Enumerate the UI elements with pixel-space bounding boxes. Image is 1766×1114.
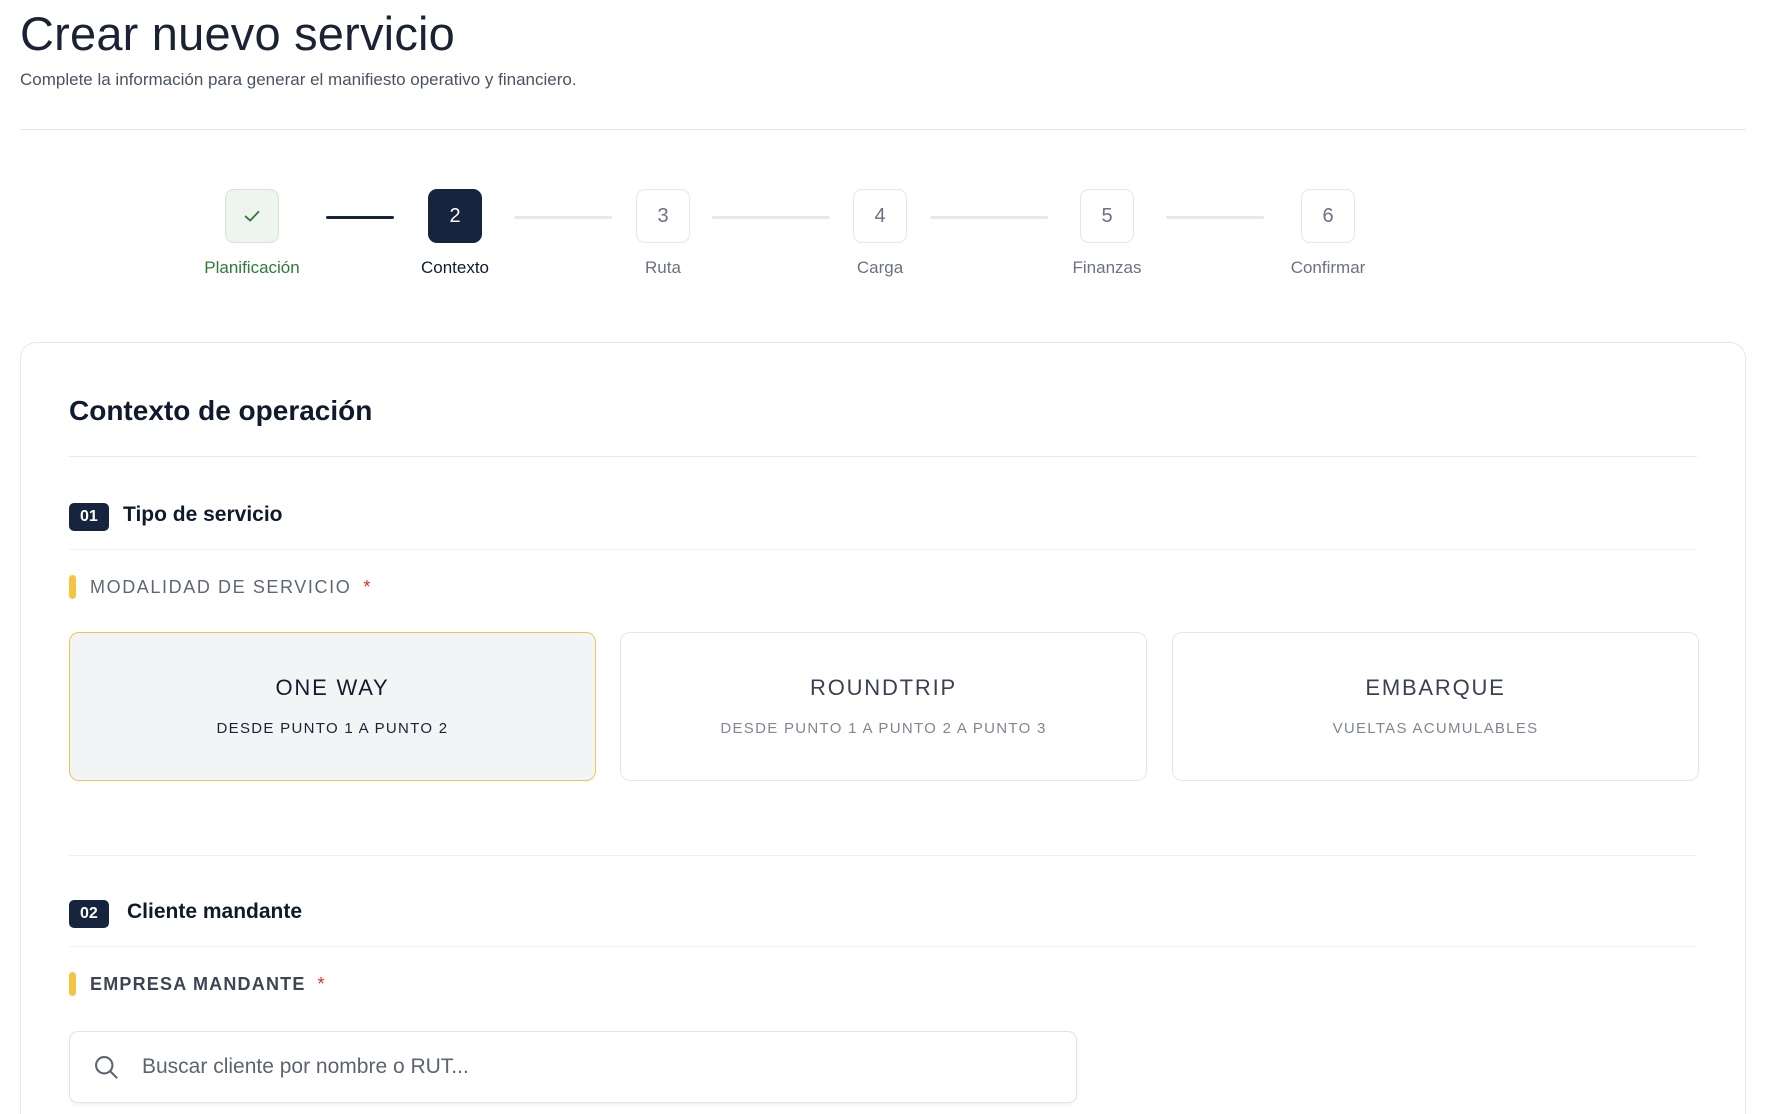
client-search-input[interactable] (126, 1032, 1076, 1102)
stepper-connector-2 (514, 216, 612, 219)
label-accent-bar (69, 575, 76, 599)
step-label: Confirmar (1290, 258, 1366, 277)
section-number-badge: 02 (69, 900, 109, 928)
step-label: Planificación (204, 258, 300, 277)
stepper-connector-3 (712, 216, 830, 219)
service-mode-options: ONE WAY DESDE PUNTO 1 A PUNTO 2 ROUNDTRI… (69, 632, 1699, 781)
stepper-connector-4 (930, 216, 1048, 219)
section-number-badge: 01 (69, 503, 109, 531)
label-accent-bar (69, 972, 76, 996)
section-service-type: 01 Tipo de servicio (69, 497, 1697, 550)
stepper: Planificación 2 Contexto 3 Ruta 4 Carga … (0, 186, 1766, 286)
option-subtitle: DESDE PUNTO 1 A PUNTO 2 A PUNTO 3 (720, 720, 1047, 737)
section-separator (69, 855, 1697, 856)
step-number: 4 (853, 189, 907, 243)
operation-context-card: Contexto de operación 01 Tipo de servici… (20, 342, 1746, 1114)
section-title: Cliente mandante (127, 900, 303, 923)
card-divider (69, 456, 1697, 457)
section-divider (69, 946, 1697, 947)
option-title: ROUNDTRIP (810, 675, 957, 700)
step-number: 6 (1301, 189, 1355, 243)
step-check-icon (225, 189, 279, 243)
option-embarque[interactable]: EMBARQUE VUELTAS ACUMULABLES (1172, 632, 1699, 781)
service-mode-label: MODALIDAD DE SERVICIO * (69, 575, 370, 599)
step-number: 5 (1080, 189, 1134, 243)
label-text: EMPRESA MANDANTE (90, 973, 306, 994)
step-label: Finanzas (1072, 258, 1142, 277)
label-text: MODALIDAD DE SERVICIO (90, 576, 352, 597)
page-title: Crear nuevo servicio (20, 7, 456, 60)
client-company-label: EMPRESA MANDANTE * (69, 972, 325, 996)
step-label: Ruta (645, 258, 681, 277)
step-number: 2 (428, 189, 482, 243)
page-header: Crear nuevo servicio Complete la informa… (20, 0, 1746, 130)
option-subtitle: DESDE PUNTO 1 A PUNTO 2 (216, 720, 449, 737)
search-icon (70, 1031, 126, 1103)
stepper-connector-5 (1166, 216, 1264, 219)
step-number: 3 (636, 189, 690, 243)
card-title: Contexto de operación (69, 395, 373, 426)
option-title: EMBARQUE (1365, 675, 1506, 700)
stepper-connector-1 (326, 216, 394, 219)
step-label: Contexto (420, 258, 490, 277)
required-mark: * (363, 576, 371, 597)
option-title: ONE WAY (275, 675, 390, 700)
option-one-way[interactable]: ONE WAY DESDE PUNTO 1 A PUNTO 2 (69, 632, 596, 781)
section-client: 02 Cliente mandante (69, 894, 1697, 947)
page-subtitle: Complete la información para generar el … (20, 70, 577, 89)
step-label: Carga (856, 258, 904, 277)
option-subtitle: VUELTAS ACUMULABLES (1332, 720, 1539, 737)
client-search-box[interactable] (69, 1031, 1077, 1103)
option-roundtrip[interactable]: ROUNDTRIP DESDE PUNTO 1 A PUNTO 2 A PUNT… (620, 632, 1147, 781)
section-title: Tipo de servicio (123, 503, 283, 526)
required-mark: * (317, 973, 325, 994)
section-divider (69, 549, 1697, 550)
